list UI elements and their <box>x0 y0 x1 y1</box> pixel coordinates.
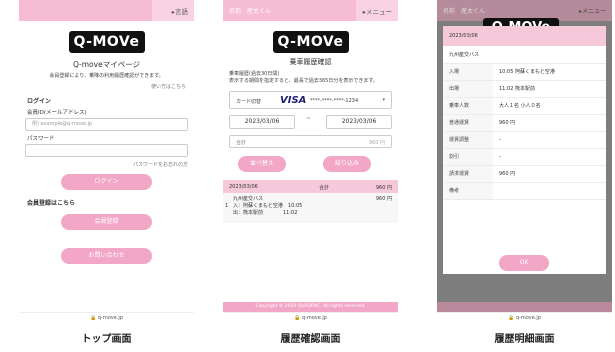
menu-button: ▸メニュー <box>578 8 606 15</box>
page-title: Q-moveマイページ <box>72 60 141 69</box>
row-value: 960 円 <box>493 165 606 183</box>
card-label: カード切替 <box>236 99 262 105</box>
footer-url-text: q-move.jp <box>97 315 123 321</box>
register-button[interactable]: 会員登録 <box>61 214 152 230</box>
card-select[interactable]: カード切替 VISA ****-****-****-1234 ▾ <box>229 91 392 109</box>
footer-url-text: q-move.jp <box>301 315 327 321</box>
row-value: – <box>493 131 606 149</box>
action-buttons: 並べ替え 絞り込み <box>223 156 398 172</box>
history-list-header: 2023/03/06 合計 960 円 <box>223 180 398 193</box>
id-input[interactable]: 例) example@q-move.jp <box>25 118 188 131</box>
list-total-value: 960 円 <box>375 185 392 191</box>
row-value <box>493 182 606 200</box>
history-list: 2023/03/06 合計 960 円 九州産交バス 960 円 1 入：阿蘇く… <box>223 180 398 223</box>
row-value: – <box>493 148 606 166</box>
visa-icon: VISA <box>280 95 307 106</box>
history-screen: 名前 産太くん ▸メニュー Q-MOVe 乗車履歴確認 乗車履歴(過去30日間)… <box>223 0 398 322</box>
copyright: Copyright © 2020 QUADRAC. All rights res… <box>223 302 398 312</box>
row-key: 割引 <box>443 148 493 166</box>
caption-history: 履歴確認画面 <box>280 334 341 345</box>
filter-button[interactable]: 絞り込み <box>323 156 371 172</box>
row-value: 960 円 <box>493 114 606 132</box>
row-value: 11:02 熊本駅前 <box>493 80 606 98</box>
caption-detail: 履歴明細画面 <box>494 334 555 345</box>
table-row: 普通運賃 960 円 <box>443 114 606 132</box>
table-row: 備考 <box>443 182 606 200</box>
footer-url: 🔒 q-move.jp <box>19 312 194 322</box>
list-total-label: 合計 <box>319 185 330 191</box>
page-description: 会員登録により、乗降の利用履歴確認ができます。 <box>49 73 164 79</box>
row-key: 備考 <box>443 182 493 200</box>
date-range: 2023/03/06 ~ 2023/03/06 <box>229 115 392 129</box>
date-from-input[interactable]: 2023/03/06 <box>229 115 295 129</box>
ride-count: 1 <box>225 203 229 209</box>
forgot-password-link[interactable]: パスワードをお忘れの方 <box>19 157 194 168</box>
row-key: 請求運賃 <box>443 165 493 183</box>
table-row: 割引 – <box>443 148 606 166</box>
language-menu[interactable]: ▸言語 <box>172 6 188 16</box>
card-number: ****-****-****-1234 <box>310 98 359 104</box>
list-date: 2023/03/06 <box>229 184 258 190</box>
row-key: 乗車人数 <box>443 97 493 115</box>
period-description: 乗車履歴(過去30日間) 表示する期間を指定すると、最長で過去365日分を表示で… <box>229 71 378 84</box>
exit-line: 出：熊本駅前 11:02 <box>233 210 298 216</box>
list-item[interactable]: 九州産交バス 960 円 1 入：阿蘇くまもと空港 10:05 出：熊本駅前 1… <box>223 193 398 223</box>
date-to-input[interactable]: 2023/03/06 <box>326 115 392 129</box>
history-header: 名前 産太くん ▸メニュー <box>223 0 398 21</box>
table-row: 九州産交バス <box>443 46 606 64</box>
ok-button[interactable]: OK <box>499 255 549 271</box>
menu-button[interactable]: ▸メニュー <box>363 6 392 16</box>
operator-name: 九州産交バス <box>443 46 606 64</box>
register-heading: 会員登録はこちら <box>27 200 76 207</box>
table-row: 乗車人数 大人１名 小人０名 <box>443 97 606 115</box>
login-button[interactable]: ログイン <box>61 174 152 190</box>
footer-url-text: q-move.jp <box>515 315 541 321</box>
password-input[interactable] <box>25 144 188 157</box>
row-key: 出場 <box>443 80 493 98</box>
contact-button[interactable]: お問い合わせ <box>61 248 152 264</box>
detail-date: 2023/03/06 <box>443 26 606 46</box>
row-key: 普通運賃 <box>443 114 493 132</box>
page-title: 乗車履歴確認 <box>289 58 332 66</box>
chevron-down-icon: ▾ <box>382 97 385 103</box>
detail-table: 九州産交バス 入場 10:05 阿蘇くまもと空港 出場 11:02 熊本駅前 乗車人… <box>443 46 606 200</box>
qmove-logo: Q-MOVe <box>68 31 145 53</box>
top-screen: ▸言語 Q-MOVe Q-moveマイページ 会員登録により、乗降の利用履歴確認… <box>19 0 194 322</box>
detail-modal: Q-MOVe 2023/03/06 九州産交バス 入場10:05 阿蘇くまもと空… <box>443 18 606 274</box>
footer-strip <box>437 302 612 312</box>
total-field: 合計 960 円 <box>229 135 392 148</box>
table-row: 出場 11:02 熊本駅前 <box>443 80 606 98</box>
total-value: 960 円 <box>368 140 385 146</box>
table-row: 運賃調整 – <box>443 131 606 149</box>
total-label: 合計 <box>236 140 247 146</box>
password-label: パスワード <box>27 136 55 142</box>
qmove-logo: Q-MOVe <box>272 31 349 53</box>
user-name: 名前 産太くん <box>443 8 486 15</box>
login-heading: ログイン <box>27 98 52 105</box>
date-separator: ~ <box>306 115 312 122</box>
id-label: 会員ID(メールアドレス) <box>27 110 87 116</box>
caption-top: トップ画面 <box>81 334 132 345</box>
row-value: 10:05 阿蘇くまもと空港 <box>493 63 606 81</box>
user-name: 名前 産太くん <box>229 8 272 15</box>
row-value: 大人１名 小人０名 <box>493 97 606 115</box>
table-row: 入場 10:05 阿蘇くまもと空港 <box>443 63 606 81</box>
footer-url: 🔒 q-move.jp <box>223 312 398 322</box>
table-row: 請求運賃 960 円 <box>443 165 606 183</box>
howto-link[interactable]: 使い方はこちら <box>19 79 194 90</box>
top-header: ▸言語 <box>19 0 194 21</box>
operator-name: 九州産交バス <box>233 196 264 202</box>
fare-value: 960 円 <box>375 196 392 202</box>
entry-line: 入：阿蘇くまもと空港 10:05 <box>233 203 303 209</box>
sort-button[interactable]: 並べ替え <box>238 156 286 172</box>
footer-url: 🔒 q-move.jp <box>437 312 612 322</box>
row-key: 入場 <box>443 63 493 81</box>
detail-screen: 名前 産太くん ▸メニュー Q-MOVe 2023/03/06 九州産交バス 入… <box>437 0 612 322</box>
row-key: 運賃調整 <box>443 131 493 149</box>
